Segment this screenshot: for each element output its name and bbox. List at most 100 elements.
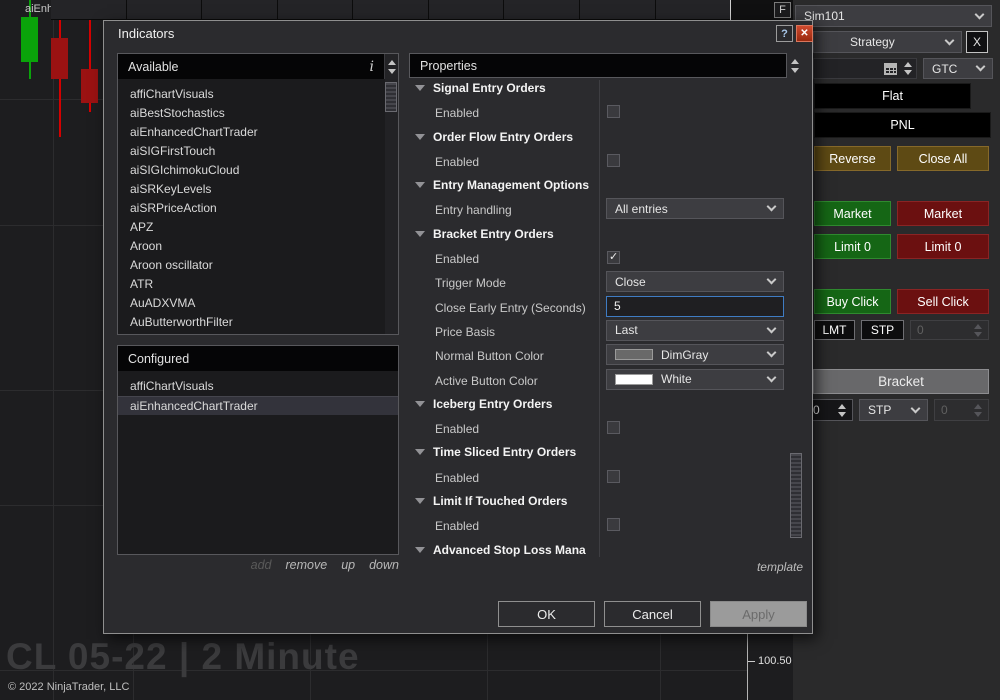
toolbar-cell[interactable] [429,0,504,19]
cancel-button[interactable]: Cancel [604,601,701,627]
scroll-up-icon[interactable] [791,59,799,64]
prop-group[interactable]: Order Flow Entry Orders [409,125,789,149]
prop-group[interactable]: Iceberg Entry Orders [409,392,789,416]
calculator-icon[interactable] [884,63,897,75]
account-dropdown[interactable]: Sim101 [795,5,992,27]
prop-group[interactable]: Time Sliced Entry Orders [409,440,789,464]
close-all-button[interactable]: Close All [897,146,989,171]
sell-click-button[interactable]: Sell Click [897,289,989,314]
available-scroll-buttons[interactable] [384,54,398,79]
list-item[interactable]: aiSIGIchimokuCloud [118,161,384,180]
template-link[interactable]: template [741,560,803,574]
list-item[interactable]: aiSRPriceAction [118,199,384,218]
stp-button[interactable]: STP [861,320,904,340]
quantity-field[interactable] [813,58,917,79]
enabled-checkbox[interactable] [607,154,620,167]
collapse-arrow-icon[interactable] [415,449,425,455]
list-item[interactable]: affiChartVisuals [118,377,398,396]
ok-button[interactable]: OK [498,601,595,627]
chart-toolbar[interactable] [51,0,730,20]
scroll-down-icon[interactable] [791,68,799,73]
normal-button-color-dropdown[interactable]: DimGray [606,344,784,365]
scrollbar-thumb[interactable] [385,82,397,112]
strategy-dropdown[interactable]: Strategy [813,31,962,53]
trigger-mode-dropdown[interactable]: Close [606,271,784,292]
buy-limit-button[interactable]: Limit 0 [814,234,891,259]
list-item[interactable]: AuButterworthFilter [118,313,384,332]
scroll-up-icon[interactable] [388,60,396,65]
buy-market-button[interactable]: Market [814,201,891,226]
spinner-down-icon[interactable] [838,412,846,417]
quantity-stepper[interactable] [904,62,912,75]
toolbar-cell[interactable] [278,0,353,19]
list-item[interactable]: AuADXVMA [118,294,384,313]
active-button-color-dropdown[interactable]: White [606,369,784,390]
collapse-arrow-icon[interactable] [415,498,425,504]
collapse-arrow-icon[interactable] [415,134,425,140]
info-icon[interactable]: i [370,59,374,75]
toolbar-cell[interactable] [656,0,731,19]
bracket-button[interactable]: Bracket [813,369,989,394]
close-icon[interactable]: ✕ [796,25,813,42]
collapse-arrow-icon[interactable] [415,401,425,407]
bracket-type-dropdown[interactable]: STP [859,399,928,421]
help-icon[interactable]: ? [776,25,793,42]
prop-group[interactable]: Limit If Touched Orders [409,489,789,513]
enabled-checkbox[interactable] [607,421,620,434]
f-toolbar-button[interactable]: F [774,2,791,18]
prop-group[interactable]: Advanced Stop Loss Mana [409,538,789,557]
buy-click-button[interactable]: Buy Click [814,289,891,314]
list-item[interactable]: ATR [118,275,384,294]
list-item[interactable]: aiSRKeyLevels [118,180,384,199]
flat-button[interactable]: Flat [814,83,971,109]
entry-handling-dropdown[interactable]: All entries [606,198,784,219]
prop-group[interactable]: Signal Entry Orders [409,80,789,100]
reverse-button[interactable]: Reverse [814,146,891,171]
enabled-checkbox[interactable] [607,518,620,531]
close-early-entry-input[interactable]: 5 [606,296,784,317]
toolbar-cell[interactable] [127,0,202,19]
add-button: add [251,558,272,572]
toolbar-cell[interactable] [580,0,655,19]
list-item[interactable]: aiBestStochastics [118,104,384,123]
price-basis-dropdown[interactable]: Last [606,320,784,341]
enabled-checkbox[interactable] [607,470,620,483]
pnl-button[interactable]: PNL [814,112,991,138]
scroll-down-icon[interactable] [388,69,396,74]
enabled-checkbox[interactable] [607,251,620,264]
toolbar-cell[interactable] [504,0,579,19]
bracket-qty-spinner[interactable]: 0 [806,399,853,421]
tif-dropdown[interactable]: GTC [923,58,993,79]
toolbar-cell[interactable] [51,0,126,19]
available-scrollbar[interactable] [385,79,398,334]
list-item[interactable]: affiChartVisuals [118,85,384,104]
spinner-down-icon[interactable] [904,70,912,75]
sell-market-button[interactable]: Market [897,201,989,226]
collapse-arrow-icon[interactable] [415,182,425,188]
spinner-up-icon[interactable] [904,62,912,67]
prop-group[interactable]: Entry Management Options [409,173,789,197]
properties-scroll-buttons[interactable] [788,53,802,78]
collapse-arrow-icon[interactable] [415,85,425,91]
spinner-up-icon[interactable] [838,404,846,409]
lmt-button[interactable]: LMT [814,320,855,340]
collapse-arrow-icon[interactable] [415,231,425,237]
collapse-arrow-icon[interactable] [415,547,425,553]
remove-button[interactable]: remove [286,558,328,572]
prop-group[interactable]: Bracket Entry Orders [409,222,789,246]
list-item[interactable]: Aroon oscillator [118,256,384,275]
up-button[interactable]: up [341,558,355,572]
list-item[interactable]: Aroon [118,237,384,256]
strategy-close-button[interactable]: X [966,31,988,53]
down-button[interactable]: down [369,558,399,572]
sell-limit-button[interactable]: Limit 0 [897,234,989,259]
enabled-checkbox[interactable] [607,105,620,118]
scrollbar-thumb[interactable] [790,453,802,538]
toolbar-cell[interactable] [353,0,428,19]
list-item[interactable]: aiEnhancedChartTrader [118,123,384,142]
list-item[interactable]: APZ [118,218,384,237]
list-item-selected[interactable]: aiEnhancedChartTrader [118,396,398,415]
toolbar-cell[interactable] [202,0,277,19]
list-item[interactable]: aiSIGFirstTouch [118,142,384,161]
properties-scrollbar[interactable] [790,80,803,557]
